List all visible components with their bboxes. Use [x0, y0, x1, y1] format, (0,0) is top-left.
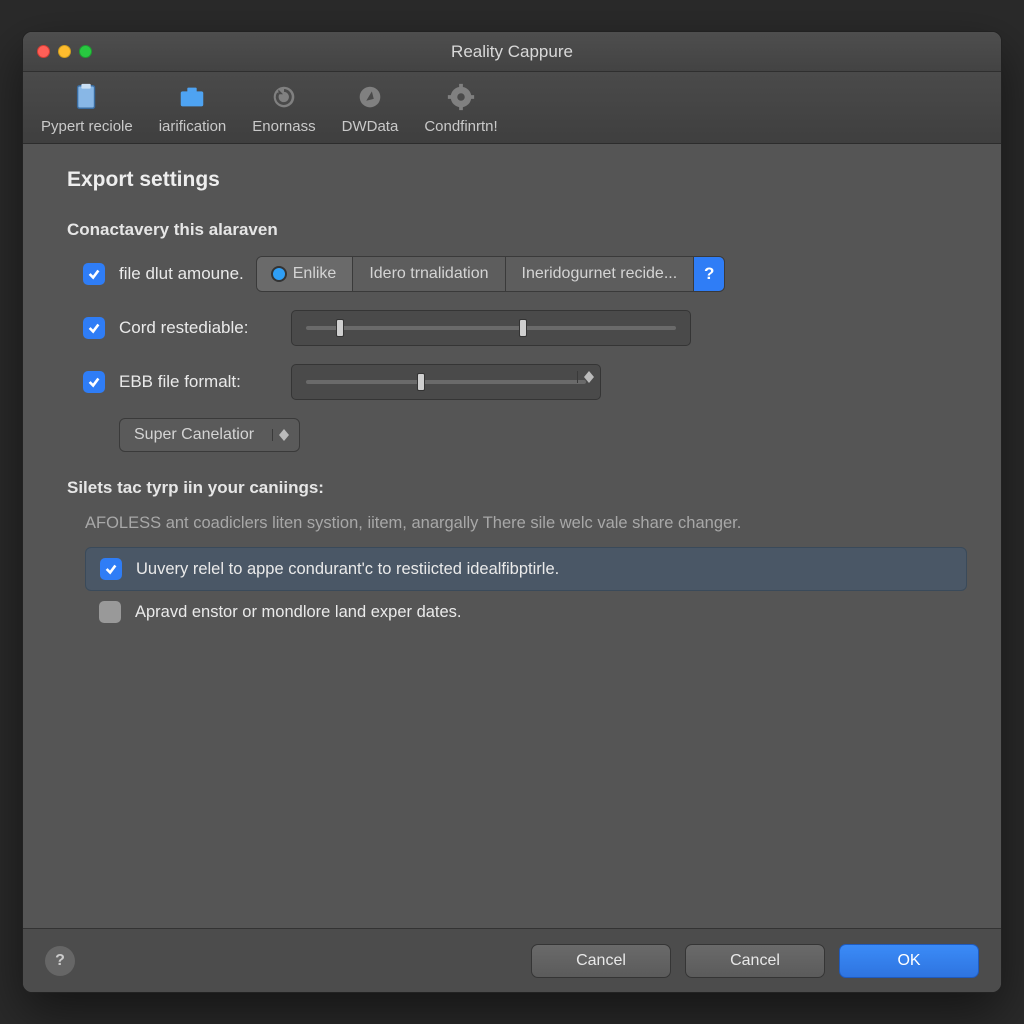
seg-label: Ineridogurnet recide...: [522, 265, 678, 283]
toolbar: Pypert reciole iarification Enornass DWD…: [23, 72, 1001, 144]
slider-ebb[interactable]: [291, 364, 601, 400]
close-icon[interactable]: [37, 45, 50, 58]
checkbox-apravd[interactable]: [99, 601, 121, 623]
window-title: Reality Cappure: [23, 42, 1001, 62]
cancel-button-2[interactable]: Cancel: [685, 944, 825, 978]
dropdown-label: Super Canelatior: [134, 426, 254, 444]
help-button[interactable]: ?: [694, 257, 724, 291]
radio-dot-icon: [273, 268, 285, 280]
slider-track: [306, 326, 676, 330]
maximize-icon[interactable]: [79, 45, 92, 58]
checkbox-file-dlut[interactable]: [83, 263, 105, 285]
slider-thumb-2[interactable]: [519, 319, 527, 337]
slider-track: [306, 380, 586, 384]
segmented-control: Enlike Idero trnalidation Ineridogurnet …: [256, 256, 725, 292]
titlebar: Reality Cappure: [23, 32, 1001, 72]
option-uuvery[interactable]: Uuvery relel to appe condurant'c to rest…: [85, 547, 967, 591]
seg-label: Idero trnalidation: [369, 265, 488, 283]
tab-condfinrtn[interactable]: Condfinrtn!: [424, 82, 497, 135]
chevron-down-icon: [279, 435, 289, 441]
label-ebb: EBB file formalt:: [119, 372, 279, 392]
tab-enornass[interactable]: Enornass: [252, 82, 315, 135]
chevron-down-icon: [584, 377, 594, 383]
checkbox-cord[interactable]: [83, 317, 105, 339]
tab-label: Enornass: [252, 118, 315, 135]
section-silets: Silets tac tyrp iin your caniings: AFOLE…: [67, 478, 967, 633]
row-file-dlut: file dlut amoune. Enlike Idero trnalidat…: [67, 256, 967, 292]
ok-button[interactable]: OK: [839, 944, 979, 978]
traffic-lights: [37, 45, 92, 58]
label-apravd: Apravd enstor or mondlore land exper dat…: [135, 603, 462, 622]
checkbox-ebb[interactable]: [83, 371, 105, 393]
row-dropdown: Super Canelatior: [67, 418, 967, 452]
seg-label: Enlike: [293, 265, 337, 283]
tab-label: DWData: [342, 118, 399, 135]
label-file-dlut: file dlut amoune.: [119, 264, 244, 284]
tab-dwdata[interactable]: DWData: [342, 82, 399, 135]
help-icon[interactable]: ?: [45, 946, 75, 976]
slider-cord[interactable]: [291, 310, 691, 346]
tab-pypert[interactable]: Pypert reciole: [41, 82, 133, 135]
slider-thumb[interactable]: [336, 319, 344, 337]
tab-label: iarification: [159, 118, 227, 135]
settings-window: Reality Cappure Pypert reciole iarificat…: [22, 31, 1002, 993]
content-area: Export settings Conactavery this alarave…: [23, 144, 1001, 928]
tab-label: Condfinrtn!: [424, 118, 497, 135]
label-cord: Cord restediable:: [119, 318, 279, 338]
stepper-icon: [272, 429, 289, 441]
seg-ineridogurnet[interactable]: Ineridogurnet recide...: [506, 257, 695, 291]
compass-icon: [353, 82, 387, 112]
section-description: AFOLESS ant coadiclers liten systion, ii…: [85, 514, 967, 533]
cancel-button[interactable]: Cancel: [531, 944, 671, 978]
stepper[interactable]: [577, 371, 594, 383]
section-heading-2: Silets tac tyrp iin your caniings:: [67, 478, 967, 498]
dropdown-super-canelatior[interactable]: Super Canelatior: [119, 418, 300, 452]
seg-enlike[interactable]: Enlike: [257, 257, 354, 291]
slider-thumb[interactable]: [417, 373, 425, 391]
seg-idero[interactable]: Idero trnalidation: [353, 257, 505, 291]
refresh-icon: [267, 82, 301, 112]
checkbox-uuvery[interactable]: [100, 558, 122, 580]
minimize-icon[interactable]: [58, 45, 71, 58]
tab-label: Pypert reciole: [41, 118, 133, 135]
row-cord: Cord restediable:: [67, 310, 967, 346]
option-apravd[interactable]: Apravd enstor or mondlore land exper dat…: [85, 591, 967, 633]
document-icon: [70, 82, 104, 112]
tab-iarification[interactable]: iarification: [159, 82, 227, 135]
footer: ? Cancel Cancel OK: [23, 928, 1001, 992]
row-ebb: EBB file formalt:: [67, 364, 967, 400]
label-uuvery: Uuvery relel to appe condurant'c to rest…: [136, 560, 559, 579]
gear-icon: [444, 82, 478, 112]
briefcase-icon: [175, 82, 209, 112]
page-title: Export settings: [67, 168, 967, 192]
section-heading: Conactavery this alaraven: [67, 220, 967, 240]
